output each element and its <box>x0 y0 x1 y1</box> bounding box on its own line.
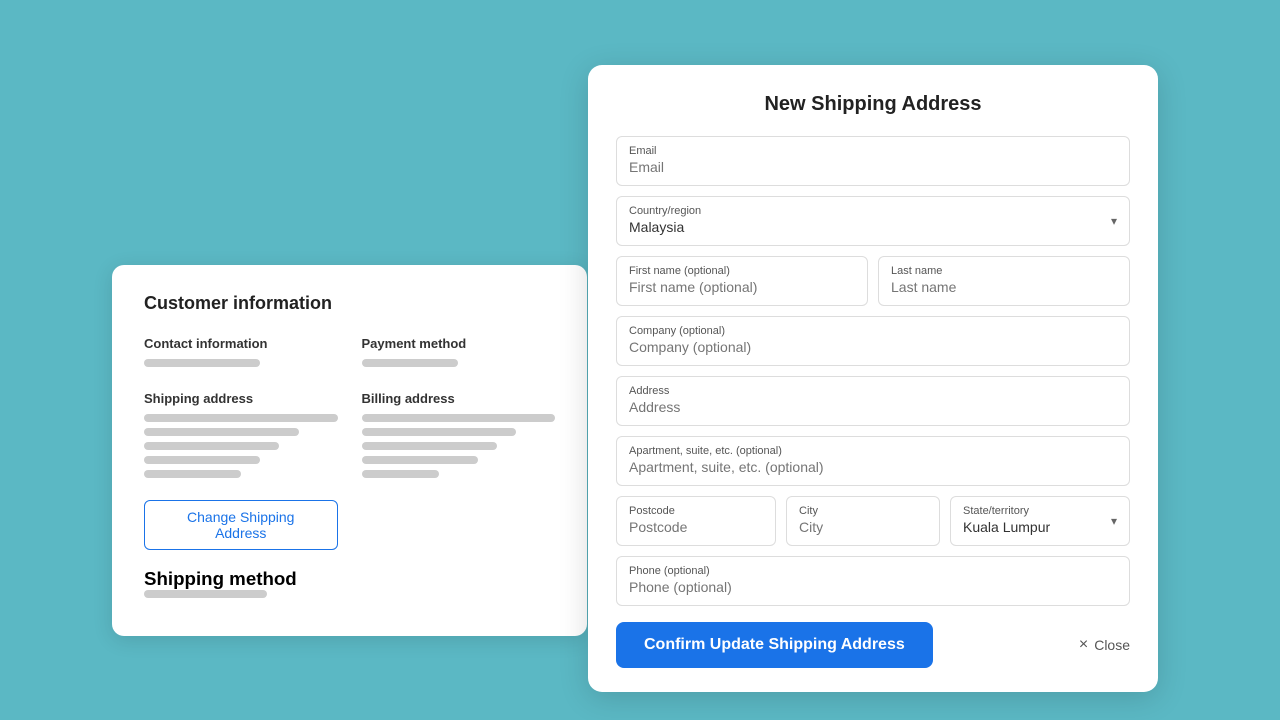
state-select[interactable]: Kuala Lumpur <box>963 519 1117 535</box>
phone-field-group[interactable]: Phone (optional) <box>616 556 1130 606</box>
last-name-label: Last name <box>891 265 1117 277</box>
contact-section: Contact information <box>144 336 338 373</box>
billing-label: Billing address <box>362 391 556 406</box>
last-name-field-group[interactable]: Last name <box>878 256 1130 306</box>
close-label: Close <box>1094 637 1130 653</box>
skeleton <box>362 456 478 464</box>
email-input[interactable] <box>629 159 1117 175</box>
address-field-group[interactable]: Address <box>616 376 1130 426</box>
skeleton <box>362 470 439 478</box>
change-shipping-address-button[interactable]: Change Shipping Address <box>144 500 338 550</box>
shipping-address-section: Shipping address Change Shipping Address <box>144 391 338 550</box>
postcode-input[interactable] <box>629 519 763 535</box>
company-label: Company (optional) <box>629 325 1117 337</box>
name-row: First name (optional) Last name <box>616 256 1130 306</box>
apt-field-group[interactable]: Apartment, suite, etc. (optional) <box>616 436 1130 486</box>
customer-info-card: Customer information Contact information… <box>112 265 587 636</box>
address-label: Address <box>629 385 1117 397</box>
payment-section: Payment method <box>362 336 556 373</box>
apt-input[interactable] <box>629 459 1117 475</box>
phone-input[interactable] <box>629 579 1117 595</box>
city-field-group[interactable]: City <box>786 496 940 546</box>
close-button[interactable]: × Close <box>1079 636 1130 654</box>
email-label: Email <box>629 145 1117 157</box>
skeleton <box>362 428 517 436</box>
email-field-group[interactable]: Email <box>616 136 1130 186</box>
first-name-field-group[interactable]: First name (optional) <box>616 256 868 306</box>
skeleton <box>362 359 459 367</box>
shipping-address-label: Shipping address <box>144 391 338 406</box>
postcode-label: Postcode <box>629 505 763 517</box>
first-name-input[interactable] <box>629 279 855 295</box>
modal-footer: Confirm Update Shipping Address × Close <box>616 622 1130 668</box>
last-name-input[interactable] <box>891 279 1117 295</box>
skeleton <box>362 442 497 450</box>
skeleton <box>144 414 338 422</box>
payment-label: Payment method <box>362 336 556 351</box>
apt-label: Apartment, suite, etc. (optional) <box>629 445 1117 457</box>
country-field-group[interactable]: Country/region Malaysia ▾ <box>616 196 1130 246</box>
skeleton <box>144 456 260 464</box>
city-label: City <box>799 505 927 517</box>
skeleton <box>362 414 556 422</box>
billing-section: Billing address <box>362 391 556 550</box>
modal-title: New Shipping Address <box>616 93 1130 116</box>
skeleton <box>144 442 279 450</box>
company-input[interactable] <box>629 339 1117 355</box>
location-row: Postcode City State/territory Kuala Lump… <box>616 496 1130 546</box>
state-label: State/territory <box>963 505 1117 517</box>
skeleton <box>144 428 299 436</box>
postcode-field-group[interactable]: Postcode <box>616 496 776 546</box>
skeleton <box>144 470 241 478</box>
skeleton <box>144 590 267 598</box>
shipping-method-label: Shipping method <box>144 568 555 590</box>
new-shipping-address-modal: New Shipping Address Email Country/regio… <box>588 65 1158 692</box>
company-field-group[interactable]: Company (optional) <box>616 316 1130 366</box>
city-input[interactable] <box>799 519 927 535</box>
customer-card-title: Customer information <box>144 293 555 314</box>
address-input[interactable] <box>629 399 1117 415</box>
state-field-group[interactable]: State/territory Kuala Lumpur ▾ <box>950 496 1130 546</box>
skeleton <box>144 359 260 367</box>
country-select[interactable]: Malaysia <box>629 219 1117 235</box>
close-icon: × <box>1079 636 1088 654</box>
first-name-label: First name (optional) <box>629 265 855 277</box>
country-label: Country/region <box>629 205 1117 217</box>
shipping-method-section: Shipping method <box>144 568 555 598</box>
confirm-update-shipping-address-button[interactable]: Confirm Update Shipping Address <box>616 622 933 668</box>
phone-label: Phone (optional) <box>629 565 1117 577</box>
contact-label: Contact information <box>144 336 338 351</box>
